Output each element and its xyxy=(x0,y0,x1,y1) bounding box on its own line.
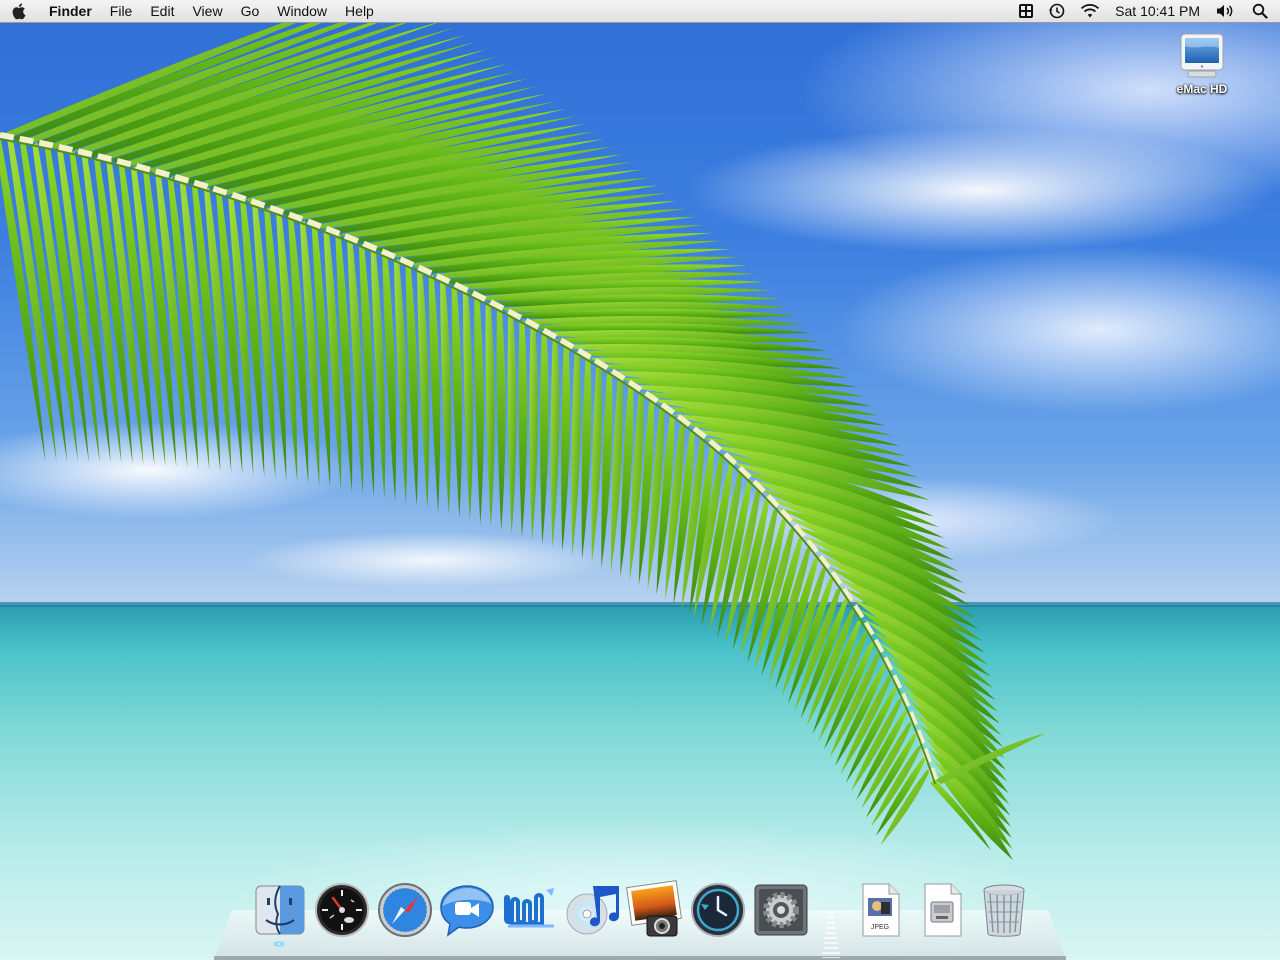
jpeg-label: JPEG xyxy=(871,924,889,931)
menu-bar: Finder File Edit View Go Window Help Sat… xyxy=(0,0,1280,23)
palm-leaflet xyxy=(451,285,463,519)
app-menu-finder[interactable]: Finder xyxy=(40,0,101,22)
iphoto-icon xyxy=(626,880,682,937)
palm-leaflet xyxy=(485,302,495,528)
menu-view[interactable]: View xyxy=(183,0,231,22)
hard-drive-monitor-icon xyxy=(1180,33,1224,78)
palm-leaflet xyxy=(581,357,592,560)
desktop-icon-emac-hd[interactable]: eMac HD xyxy=(1168,32,1236,96)
wifi-icon xyxy=(1081,4,1100,18)
dock-item-trash[interactable] xyxy=(975,880,1033,940)
palm-leaflet xyxy=(550,338,560,549)
menu-help[interactable]: Help xyxy=(336,0,383,22)
palm-leaflet xyxy=(529,325,538,542)
apple-menu-button[interactable] xyxy=(0,0,40,22)
trash-icon xyxy=(983,884,1025,937)
palm-leaflet xyxy=(496,307,506,531)
itunes-icon xyxy=(566,886,619,935)
jpeg-document-icon: JPEG xyxy=(862,883,900,937)
dock-item-ichat[interactable] xyxy=(438,880,496,940)
dock-item-jpeg-document[interactable]: JPEG xyxy=(851,880,909,940)
palm-leaflet xyxy=(561,344,571,553)
dashboard-icon xyxy=(315,883,369,937)
volume-icon xyxy=(1217,5,1233,17)
dock-item-dashboard[interactable] xyxy=(313,880,371,940)
dock-item-iphoto[interactable] xyxy=(625,880,683,940)
desktop-wallpaper xyxy=(0,0,1280,960)
dock-item-safari[interactable] xyxy=(376,880,434,940)
menu-go[interactable]: Go xyxy=(232,0,269,22)
fast-user-switch-icon xyxy=(1019,4,1034,18)
palm-leaflet xyxy=(571,351,581,556)
system-preferences-icon xyxy=(754,884,808,936)
palm-leaflet xyxy=(540,332,549,545)
running-indicator-finder xyxy=(273,941,285,947)
menu-extras: Sat 10:41 PM xyxy=(1011,0,1280,22)
iwork-icon xyxy=(504,888,554,928)
palm-leaflet xyxy=(518,319,528,538)
spotlight-search-icon xyxy=(1252,3,1268,19)
menubar-clock[interactable]: Sat 10:41 PM xyxy=(1107,0,1208,22)
apple-icon xyxy=(12,3,26,20)
time-machine-icon xyxy=(691,883,745,937)
dock-item-itunes[interactable] xyxy=(563,880,621,940)
palm-leaflet xyxy=(591,364,602,564)
menu-window[interactable]: Window xyxy=(268,0,336,22)
volume-menu[interactable] xyxy=(1208,0,1242,22)
menu-file[interactable]: File xyxy=(101,0,142,22)
palm-leaflet xyxy=(462,290,473,522)
palm-leaflet xyxy=(474,296,484,525)
dock-edge xyxy=(214,956,1066,960)
time-machine-icon xyxy=(1049,3,1065,19)
ichat-icon xyxy=(440,885,494,937)
dock-item-system-preferences[interactable] xyxy=(752,880,810,940)
wifi-menu[interactable] xyxy=(1073,0,1107,22)
palm-frond-graphic xyxy=(0,0,1046,861)
dock-item-iwork[interactable] xyxy=(500,880,558,940)
fast-user-switch-menu[interactable] xyxy=(1011,0,1041,22)
palm-leaflet xyxy=(601,371,613,569)
dock-item-time-machine[interactable] xyxy=(689,880,747,940)
palm-leaflet xyxy=(507,313,517,535)
menu-edit[interactable]: Edit xyxy=(141,0,183,22)
desktop-icon-label: eMac HD xyxy=(1176,82,1228,96)
safari-icon xyxy=(378,883,432,937)
spotlight-button[interactable] xyxy=(1242,0,1280,22)
palm-leaflet xyxy=(440,279,452,516)
finder-icon xyxy=(255,885,305,935)
dock-item-disk-image[interactable] xyxy=(913,880,971,940)
palm-leaflet xyxy=(405,263,419,507)
palm-leaflet xyxy=(428,274,441,513)
disk-image-document-icon xyxy=(924,883,962,937)
time-machine-menu[interactable] xyxy=(1041,0,1073,22)
dock-item-finder[interactable] xyxy=(251,880,309,940)
palm-leaflet xyxy=(417,269,430,510)
